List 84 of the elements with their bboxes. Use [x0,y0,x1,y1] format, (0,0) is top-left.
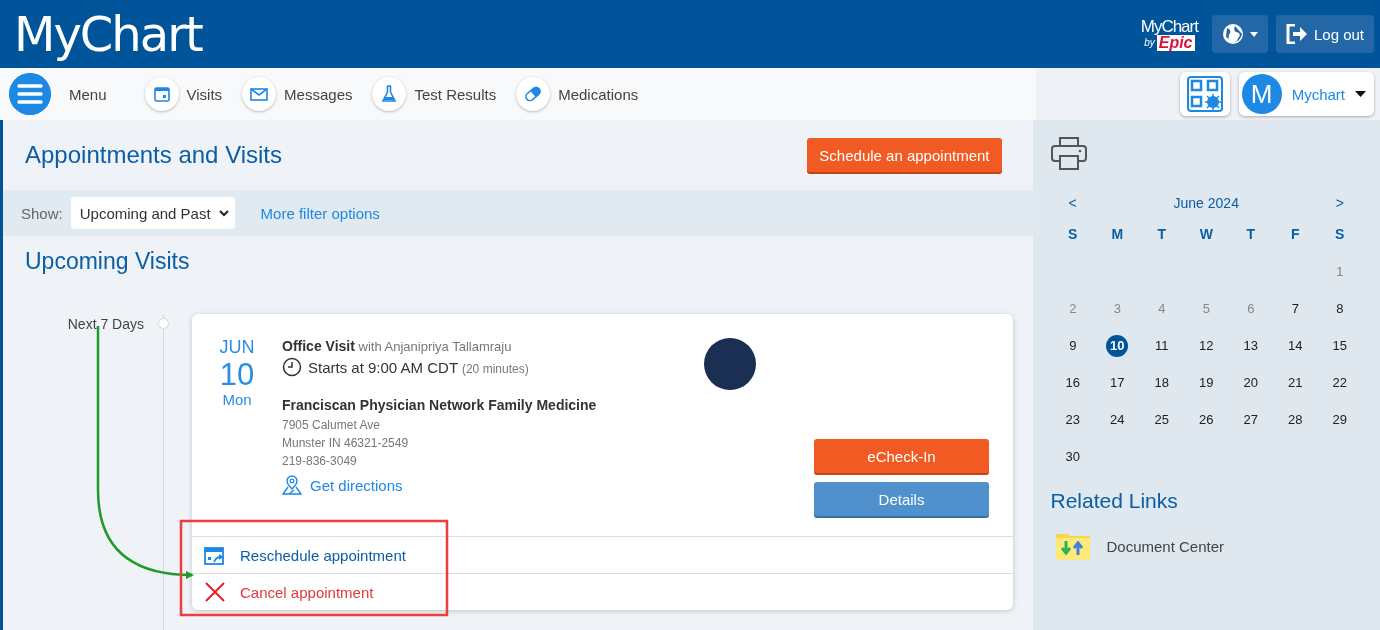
section-heading: Upcoming Visits [25,248,191,276]
calendar-day[interactable]: 7 [1284,297,1307,320]
calendar-day[interactable]: 13 [1239,334,1262,357]
address-line: 7905 Calumet Ave [282,417,381,434]
folder-icon [1054,531,1091,561]
calendar-day[interactable]: 14 [1284,334,1307,357]
filter-dropdown[interactable]: Upcoming and Past [70,197,235,229]
calendar-day[interactable]: 11 [1150,334,1173,357]
user-menu-button[interactable]: M Mychart [1238,72,1374,116]
weekday-label: S [1067,225,1079,244]
weekday-label: T [1245,225,1257,244]
calendar-day[interactable]: 30 [1061,445,1084,468]
envelope-icon [242,77,277,111]
address-line: Munster IN 46321-2549 [282,435,410,452]
weekday-label: W [1198,225,1214,244]
filter-label: Show: [21,204,63,222]
qr-code-icon [1185,75,1224,113]
weekday-label: F [1289,225,1301,244]
brand-logo-text: MyChart [1140,17,1198,35]
appointment-day: 10 [192,357,282,392]
get-directions-link[interactable]: Get directions [282,474,704,496]
caret-icon [1249,31,1258,37]
calendar-day[interactable]: 12 [1195,334,1218,357]
cancel-appointment-link[interactable]: Cancel appointment [192,573,1013,610]
weekday-label: T [1156,225,1168,244]
related-link[interactable]: Document Center [1054,531,1362,561]
previous-month-link[interactable]: < [1068,195,1077,211]
timeline-label: Next 7 Days [66,315,144,332]
photo-placeholder [704,338,756,390]
calendar-day[interactable]: 16 [1061,371,1084,394]
user-avatar: M [1241,74,1282,114]
calendar-day[interactable]: 29 [1328,408,1351,431]
chevron-down-icon [218,209,229,217]
section-heading: Related Links [1050,489,1179,513]
weekday-label: M [1110,225,1125,244]
calendar-day[interactable]: 26 [1195,408,1218,431]
menu-icon [9,73,51,115]
calendar-day[interactable]: 20 [1239,371,1262,394]
location-name: Franciscan Physician Network Family Medicine [282,397,598,413]
visit-title: Office Visit with Anjanipriya Tallamraju [282,338,513,354]
menu-button[interactable]: Menu [9,73,107,115]
language-button[interactable] [1211,15,1268,53]
calendar-day[interactable]: 23 [1061,408,1084,431]
calendar-day[interactable]: 27 [1239,408,1262,431]
pill-icon [516,77,551,111]
globe-icon [1221,23,1244,45]
map-pin-icon [282,474,302,496]
nav-item[interactable]: Medications [516,77,639,111]
calendar-month: June 2024 [1173,195,1239,211]
calendar-day[interactable]: 24 [1106,408,1129,431]
brand-vendor-text: Epic [1156,34,1195,51]
qr-code-button[interactable] [1179,72,1230,116]
logo: MyChart [14,6,202,62]
calendar-day[interactable]: 10 [1106,334,1129,357]
calendar-day[interactable]: 19 [1195,371,1218,394]
visit-time: Starts at 9:00 AM CDT (20 minutes) [308,358,529,376]
weekday-label: S [1334,225,1346,244]
reschedule-appointment-link[interactable]: Reschedule appointment [192,536,1013,573]
calendar-icon [144,77,179,111]
address-line: 219-836-3049 [282,453,358,470]
nav-item[interactable]: Visits [144,77,223,111]
calendar-day[interactable]: 17 [1106,371,1129,394]
calendar-day[interactable]: 15 [1328,334,1351,357]
logout-icon [1285,24,1308,44]
page-title: Appointments and Visits [25,141,283,169]
calendar-day[interactable]: 22 [1328,371,1351,394]
brand-by-text: by [1144,37,1155,48]
logout-button[interactable]: Log out [1275,15,1374,53]
appointment-weekday: Mon [221,391,253,409]
print-icon[interactable] [1050,136,1087,170]
nav-item[interactable]: Messages [242,77,353,111]
calendar-day[interactable]: 9 [1061,334,1084,357]
calendar-day[interactable]: 18 [1150,371,1173,394]
close-icon [204,581,226,603]
calendar-day[interactable]: 21 [1284,371,1307,394]
appointment-month: JUN [218,338,256,358]
clock-icon [282,357,302,377]
nav-item[interactable]: Test Results [372,77,497,111]
calendar-day[interactable]: 25 [1150,408,1173,431]
next-month-link[interactable]: > [1335,195,1344,211]
calendar-day[interactable]: 8 [1328,297,1351,320]
caret-icon [1355,91,1366,97]
calendar-day[interactable]: 28 [1284,408,1307,431]
flask-icon [372,77,407,111]
